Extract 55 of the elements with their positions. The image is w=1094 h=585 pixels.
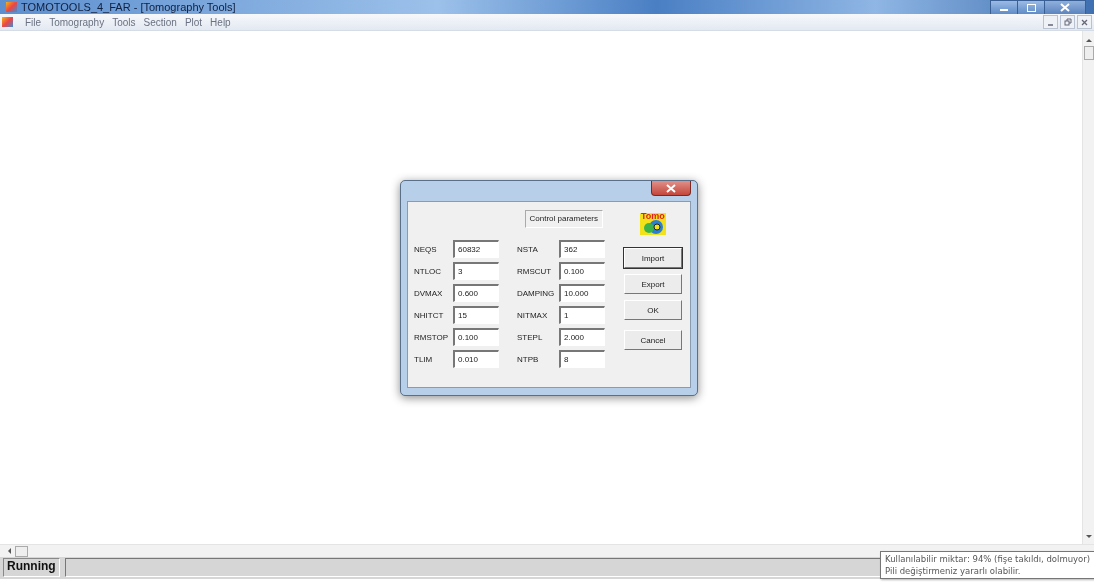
field-label: NTPB <box>517 354 540 364</box>
input-field[interactable]: 60832 <box>453 240 499 258</box>
tooltip-text: Pili değiştirmeniz yararlı olabilir. <box>885 565 1022 577</box>
field-label: NSTA <box>517 244 539 254</box>
field-label: DAMPING <box>517 288 556 298</box>
field-label: NHITCT <box>414 310 445 320</box>
menu-item[interactable]: Plot <box>180 16 207 28</box>
input-field[interactable]: 0.100 <box>559 262 605 280</box>
field-label: RMSCUT <box>517 266 553 276</box>
dialog-button[interactable]: Import <box>624 248 682 268</box>
field-label: NITMAX <box>517 310 549 320</box>
field-label: TLIM <box>414 354 434 364</box>
input-field[interactable]: 0.600 <box>453 284 499 302</box>
close-icon <box>1060 3 1070 12</box>
scroll-down-icon <box>1085 535 1092 538</box>
child-close-button[interactable] <box>1077 15 1092 29</box>
tooltip-text: Kullanılabilir miktar: 94% (fişe takıldı, dolmuyor) <box>885 553 1091 565</box>
menu-item[interactable]: Tomography <box>45 16 109 28</box>
scroll-thumb[interactable] <box>15 545 28 557</box>
input-field[interactable]: 3 <box>453 262 499 280</box>
dialog-button[interactable]: Export <box>624 274 682 294</box>
close-button[interactable] <box>651 181 691 196</box>
close-icon <box>1081 18 1088 26</box>
app-icon <box>6 2 17 12</box>
field-label: RMSTOP <box>414 332 450 342</box>
input-field[interactable]: 1 <box>559 306 605 324</box>
child-restore-button[interactable] <box>1060 15 1075 29</box>
close-icon <box>666 183 676 193</box>
dialog-button[interactable]: OK <box>624 300 682 320</box>
logo-icon: Tomo <box>640 213 666 235</box>
scroll-thumb[interactable] <box>1083 46 1094 60</box>
menu-item[interactable]: Section <box>139 16 181 28</box>
menu-item[interactable]: Help <box>206 16 235 28</box>
restore-icon <box>1063 18 1072 26</box>
window-title: TOMOTOOLS_4_FAR - [Tomography Tools] <box>21 1 237 13</box>
field-label: STEPL <box>517 332 544 342</box>
app-icon <box>2 17 13 27</box>
input-field[interactable]: 0.010 <box>453 350 499 368</box>
field-label: NTLOC <box>414 266 443 276</box>
input-field[interactable]: 8 <box>559 350 605 368</box>
menu-item[interactable]: File <box>21 16 46 28</box>
field-label: NEQS <box>414 244 438 254</box>
input-field[interactable]: 15 <box>453 306 499 324</box>
field-label: DVMAX <box>414 288 444 298</box>
menu-item[interactable]: Tools <box>108 16 140 28</box>
status-text: Running <box>3 558 60 577</box>
section-heading: Control parameters <box>524 210 603 228</box>
scroll-left-icon <box>8 548 11 554</box>
input-field[interactable]: 0.100 <box>453 328 499 346</box>
input-field[interactable]: 362 <box>559 240 605 258</box>
scroll-up-icon <box>1085 39 1092 42</box>
child-minimize-button[interactable] <box>1043 15 1058 29</box>
input-field[interactable]: 10.000 <box>559 284 605 302</box>
dialog-button[interactable]: Cancel <box>624 330 682 350</box>
input-field[interactable]: 2.000 <box>559 328 605 346</box>
